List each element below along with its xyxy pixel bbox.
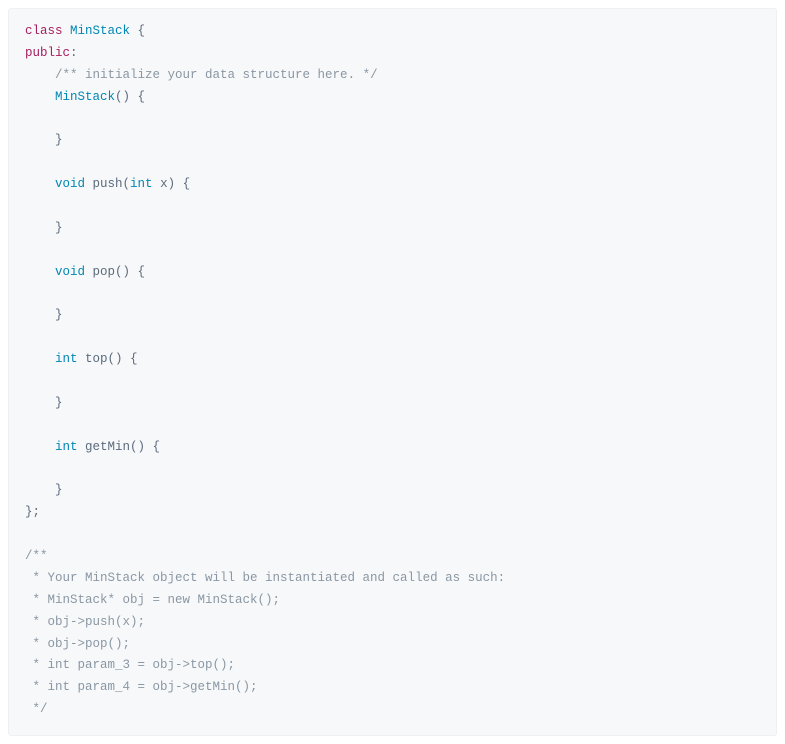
usage-comment-line: /** bbox=[25, 549, 48, 563]
brace-open: { bbox=[130, 24, 145, 38]
keyword-int: int bbox=[55, 440, 78, 454]
close-brace: } bbox=[55, 308, 63, 322]
class-name: MinStack bbox=[70, 24, 130, 38]
keyword-public: public bbox=[25, 46, 70, 60]
code-block: class MinStack { public: /** initialize … bbox=[8, 8, 777, 736]
usage-comment-line: * int param_4 = obj->getMin(); bbox=[25, 680, 258, 694]
close-brace: } bbox=[55, 133, 63, 147]
push-decl-after: x) { bbox=[153, 177, 191, 191]
close-brace: } bbox=[55, 221, 63, 235]
keyword-int-param: int bbox=[130, 177, 153, 191]
usage-comment-line: * obj->pop(); bbox=[25, 637, 130, 651]
usage-comment-line: * MinStack* obj = new MinStack(); bbox=[25, 593, 280, 607]
top-decl: top() { bbox=[78, 352, 138, 366]
getmin-decl: getMin() { bbox=[78, 440, 161, 454]
constructor-name: MinStack bbox=[55, 90, 115, 104]
usage-comment-line: * int param_3 = obj->top(); bbox=[25, 658, 235, 672]
close-brace: } bbox=[55, 483, 63, 497]
usage-comment-line: */ bbox=[25, 702, 48, 716]
usage-comment-line: * Your MinStack object will be instantia… bbox=[25, 571, 505, 585]
ctor-decl: () { bbox=[115, 90, 145, 104]
usage-comment-line: * obj->push(x); bbox=[25, 615, 145, 629]
colon: : bbox=[70, 46, 78, 60]
push-decl-open: push( bbox=[85, 177, 130, 191]
end-braces: }; bbox=[25, 505, 40, 519]
keyword-void: void bbox=[55, 265, 85, 279]
keyword-void: void bbox=[55, 177, 85, 191]
pop-decl: pop() { bbox=[85, 265, 145, 279]
keyword-int: int bbox=[55, 352, 78, 366]
close-brace: } bbox=[55, 396, 63, 410]
comment-init: /** initialize your data structure here.… bbox=[55, 68, 378, 82]
keyword-class: class bbox=[25, 24, 63, 38]
